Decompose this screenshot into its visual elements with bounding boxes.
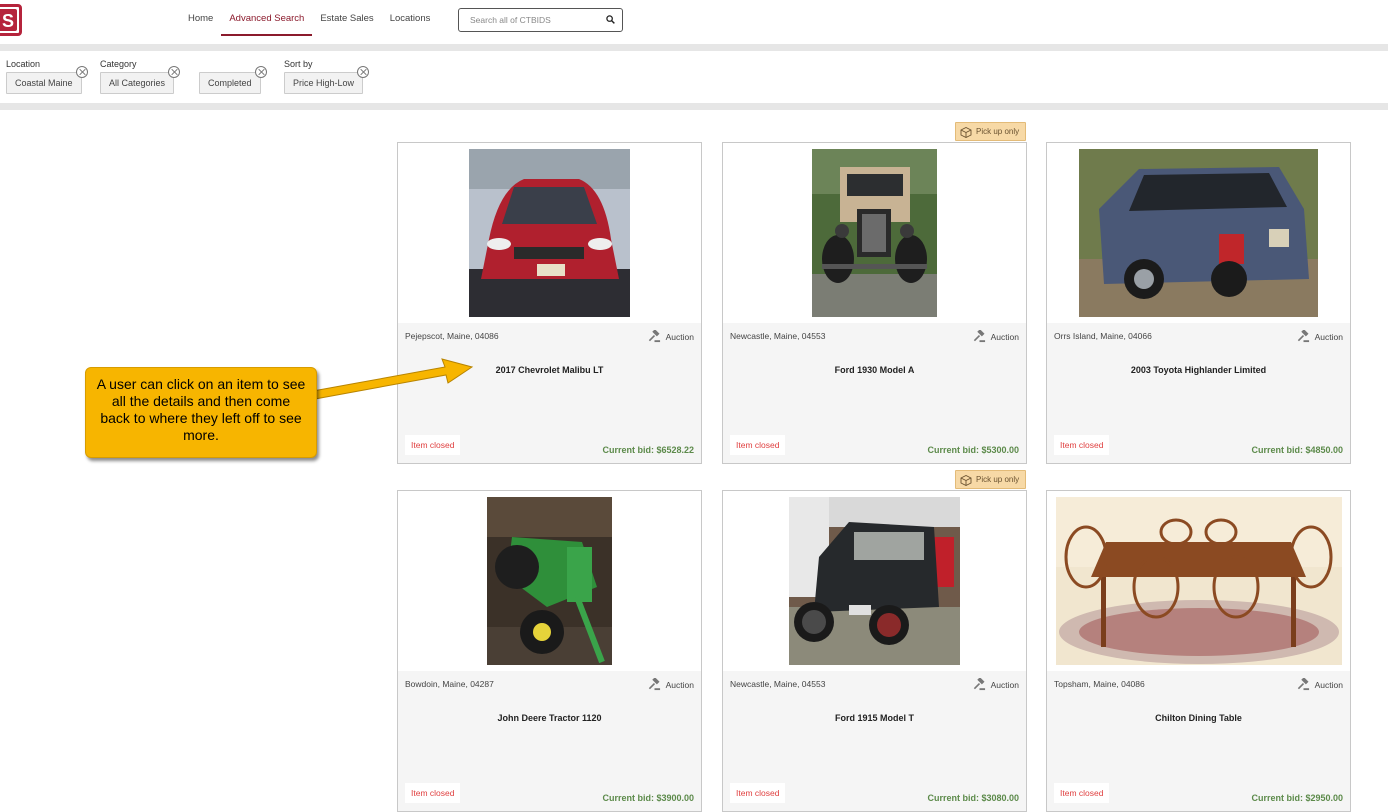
sale-type: Auction <box>1297 330 1343 343</box>
item-status-badge: Item closed <box>1054 783 1110 803</box>
filter-chip-category[interactable]: All Categories <box>100 66 181 94</box>
search-icon[interactable] <box>606 15 615 24</box>
callout-arrow-icon <box>301 358 474 402</box>
site-logo[interactable]: S <box>0 4 22 36</box>
current-bid: Current bid: $3900.00 <box>602 793 694 803</box>
remove-filter-icon[interactable] <box>168 66 181 78</box>
filter-divider <box>0 103 1388 110</box>
current-bid: Current bid: $3080.00 <box>927 793 1019 803</box>
site-header: S Home Advanced Search Estate Sales Loca… <box>0 0 1388 44</box>
chip-label: Completed <box>208 78 252 88</box>
current-bid: Current bid: $6528.22 <box>602 445 694 455</box>
nav-home[interactable]: Home <box>180 0 221 36</box>
item-status-badge: Item closed <box>730 783 786 803</box>
item-card-ford-model-t[interactable]: Newcastle, Maine, 04553 Auction Ford 191… <box>722 490 1027 812</box>
remove-filter-icon[interactable] <box>254 66 267 78</box>
filter-location: Location Coastal Maine <box>6 59 88 94</box>
filter-chip-location[interactable]: Coastal Maine <box>6 66 88 94</box>
gavel-icon <box>648 678 660 691</box>
item-photo-john-deere-tractor[interactable] <box>487 497 612 665</box>
search-box <box>458 8 623 32</box>
item-card-chilton-dining-table[interactable]: Topsham, Maine, 04086 Auction Chilton Di… <box>1046 490 1351 812</box>
item-photo-ford-model-t[interactable] <box>789 497 960 665</box>
item-status-badge: Item closed <box>405 783 461 803</box>
filter-label <box>199 59 261 72</box>
filter-label: Sort by <box>284 59 313 69</box>
item-location: Newcastle, Maine, 04553 <box>730 679 826 689</box>
instruction-callout: A user can click on an item to see all t… <box>85 367 317 458</box>
callout-text: A user can click on an item to see all t… <box>96 376 306 443</box>
item-photo-toyota-highlander[interactable] <box>1079 149 1318 317</box>
gavel-icon <box>648 330 660 343</box>
sale-type: Auction <box>1297 678 1343 691</box>
item-title[interactable]: Ford 1915 Model T <box>723 713 1026 723</box>
pickup-label: Pick up only <box>976 475 1020 484</box>
filter-status: Completed <box>199 59 267 94</box>
item-card-ford-model-a[interactable]: Newcastle, Maine, 04553 Auction Ford 193… <box>722 142 1027 464</box>
box-icon <box>960 474 972 486</box>
item-location: Newcastle, Maine, 04553 <box>730 331 826 341</box>
filter-sort: Sort by Price High-Low <box>284 59 370 94</box>
pickup-only-badge: Pick up only <box>955 470 1027 489</box>
remove-filter-icon[interactable] <box>75 66 88 78</box>
item-title[interactable]: 2003 Toyota Highlander Limited <box>1047 365 1350 375</box>
item-photo-ford-model-a[interactable] <box>812 149 937 317</box>
item-card-john-deere-tractor[interactable]: Bowdoin, Maine, 04287 Auction John Deere… <box>397 490 702 812</box>
main-nav: Home Advanced Search Estate Sales Locati… <box>180 0 438 36</box>
nav-estate-sales[interactable]: Estate Sales <box>312 0 381 36</box>
gavel-icon <box>973 330 985 343</box>
filter-bar: Location Coastal Maine Category All Cate… <box>0 51 1388 103</box>
item-title[interactable]: Chilton Dining Table <box>1047 713 1350 723</box>
pickup-only-badge: Pick up only <box>955 122 1027 141</box>
item-photo-chilton-dining-table[interactable] <box>1056 497 1342 665</box>
item-status-badge: Item closed <box>1054 435 1110 455</box>
filter-label: Location <box>6 59 41 69</box>
logo-text: S <box>1 11 14 31</box>
filter-label: Category <box>100 59 137 69</box>
sale-type: Auction <box>973 330 1019 343</box>
sale-type: Auction <box>648 330 694 343</box>
item-status-badge: Item closed <box>405 435 461 455</box>
item-card-chevrolet-malibu[interactable]: Pejepscot, Maine, 04086 Auction 2017 Che… <box>397 142 702 464</box>
sale-type: Auction <box>648 678 694 691</box>
chip-label: All Categories <box>109 78 166 88</box>
nav-locations[interactable]: Locations <box>382 0 439 36</box>
header-divider <box>0 44 1388 51</box>
chip-label: Coastal Maine <box>15 78 73 88</box>
nav-advanced-search[interactable]: Advanced Search <box>221 0 313 36</box>
sale-type: Auction <box>973 678 1019 691</box>
filter-chip-status[interactable]: Completed <box>199 66 267 94</box>
item-location: Bowdoin, Maine, 04287 <box>405 679 494 689</box>
item-title[interactable]: John Deere Tractor 1120 <box>398 713 701 723</box>
gavel-icon <box>1297 678 1309 691</box>
remove-filter-icon[interactable] <box>357 66 370 78</box>
item-card-toyota-highlander[interactable]: Orrs Island, Maine, 04066 Auction 2003 T… <box>1046 142 1351 464</box>
item-photo-chevrolet-malibu[interactable] <box>469 149 630 317</box>
filter-category: Category All Categories <box>100 59 181 94</box>
item-location: Topsham, Maine, 04086 <box>1054 679 1145 689</box>
item-status-badge: Item closed <box>730 435 786 455</box>
gavel-icon <box>973 678 985 691</box>
search-input[interactable] <box>459 9 599 31</box>
box-icon <box>960 126 972 138</box>
filter-chip-sort[interactable]: Price High-Low <box>284 66 370 94</box>
gavel-icon <box>1297 330 1309 343</box>
current-bid: Current bid: $2950.00 <box>1251 793 1343 803</box>
chip-label: Price High-Low <box>293 78 355 88</box>
pickup-label: Pick up only <box>976 127 1020 136</box>
current-bid: Current bid: $5300.00 <box>927 445 1019 455</box>
current-bid: Current bid: $4850.00 <box>1251 445 1343 455</box>
item-location: Orrs Island, Maine, 04066 <box>1054 331 1152 341</box>
item-location: Pejepscot, Maine, 04086 <box>405 331 499 341</box>
item-title[interactable]: Ford 1930 Model A <box>723 365 1026 375</box>
